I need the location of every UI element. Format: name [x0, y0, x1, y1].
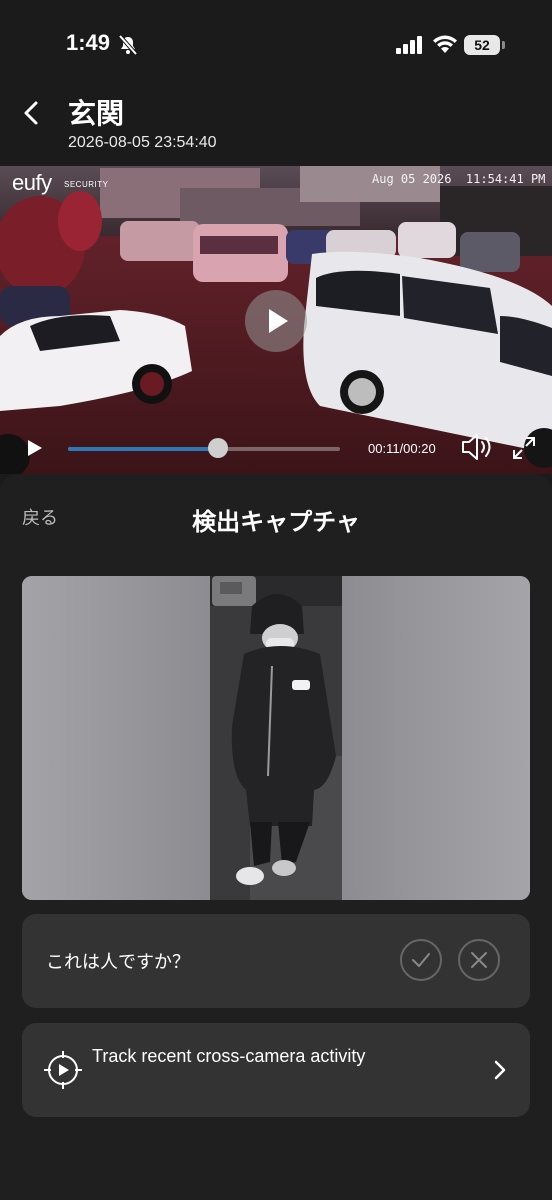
play-button[interactable]	[245, 290, 307, 352]
page-title: 玄関	[68, 97, 125, 130]
osd-timestamp: Aug 05 2026 11:54:41 PM	[372, 172, 546, 186]
track-activity-card[interactable]: Track recent cross-camera activity	[22, 1023, 530, 1117]
signal-icon	[396, 36, 422, 54]
event-timestamp: 2026-08-05 23:54:40	[68, 134, 217, 151]
person-question-card: これは人ですか？	[22, 914, 530, 1008]
bell-off-icon	[118, 34, 138, 56]
confirm-person-button[interactable]	[400, 939, 442, 981]
play-icon[interactable]	[26, 438, 44, 458]
video-player[interactable]: eufy SECURITY Aug 05 2026 11:54:41 PM 00…	[0, 166, 552, 474]
brand-logo: eufy	[12, 170, 52, 195]
chevron-right-icon	[494, 1060, 506, 1080]
speaker-icon[interactable]	[460, 432, 494, 462]
reject-person-button[interactable]	[458, 939, 500, 981]
progress-bar[interactable]	[68, 438, 340, 458]
progress-fill	[68, 447, 218, 451]
time-readout: 00:11/00:20	[368, 441, 436, 456]
blurred-right	[342, 576, 530, 900]
status-time: 1:49	[66, 30, 111, 55]
chevron-left-icon[interactable]	[18, 98, 46, 128]
person-crop	[210, 576, 342, 900]
battery-icon: 52	[464, 35, 500, 55]
blurred-left	[22, 576, 210, 900]
brand-sub: SECURITY	[64, 180, 109, 189]
question-label: これは人ですか？	[46, 952, 190, 973]
progress-knob[interactable]	[207, 438, 228, 458]
play-icon	[269, 309, 288, 333]
header: 玄関 2026-08-05 23:54:40	[0, 90, 552, 166]
track-activity-label: Track recent cross-camera activity	[92, 1046, 366, 1066]
fullscreen-icon[interactable]	[512, 436, 536, 460]
check-icon	[412, 953, 430, 967]
status-bar: 1:49 52	[0, 0, 552, 90]
sheet-title: 検出キャプチャ	[192, 508, 360, 536]
detection-sheet: 戻る 検出キャプチャ これは人ですか？ Track recent cross-c…	[0, 474, 552, 1200]
crosshair-play-icon	[44, 1051, 82, 1089]
wifi-icon	[433, 35, 457, 53]
close-icon	[471, 952, 487, 968]
battery-tip	[502, 41, 505, 49]
detection-capture-image[interactable]	[22, 576, 530, 900]
